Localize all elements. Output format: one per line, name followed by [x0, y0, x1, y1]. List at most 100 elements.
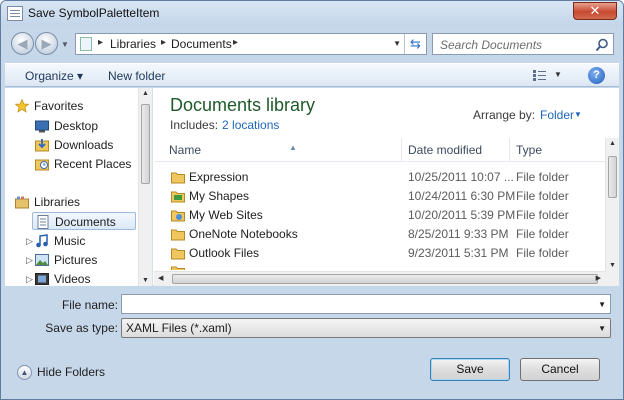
includes-label: Includes: [170, 118, 219, 132]
documents-icon [37, 215, 49, 229]
file-name: Outlook Files [189, 246, 260, 260]
search-box[interactable]: Search Documents [432, 33, 614, 55]
save-as-type-dropdown-icon[interactable]: ▼ [598, 324, 606, 333]
change-view-icon[interactable] [533, 70, 546, 81]
column-header-row: ▲ Name Date modified Type [154, 138, 605, 162]
scrollbar-thumb[interactable] [608, 156, 617, 198]
title-bar: Save SymbolPaletteItem ✕ [1, 1, 623, 26]
scroll-down-icon[interactable]: ▼ [142, 277, 149, 284]
file-name: Expression [189, 170, 249, 184]
file-date: 10/24/2011 6:30 PM [408, 189, 516, 203]
arrange-by-label: Arrange by: [473, 108, 536, 122]
forward-button[interactable]: ▶ [35, 32, 58, 55]
partial-row-folder-icon [171, 264, 185, 270]
search-input[interactable]: Search Documents [440, 38, 542, 52]
file-row[interactable]: My Shapes 10/24/2011 6:30 PM File folder [163, 187, 603, 206]
collapse-up-icon: ▲ [17, 365, 32, 380]
column-label: Name [169, 143, 202, 157]
folder-icon [171, 229, 185, 241]
folder-icon [171, 172, 185, 184]
sidebar-item-downloads[interactable]: Downloads [35, 136, 135, 154]
shapes-folder-icon [171, 191, 185, 203]
address-dropdown-icon[interactable]: ▼ [393, 39, 401, 48]
cancel-button[interactable]: Cancel [520, 358, 600, 381]
file-type: File folder [516, 208, 569, 222]
sidebar-item-videos[interactable]: Videos [35, 270, 135, 286]
sidebar-item-label: Documents [55, 215, 116, 229]
file-date: 10/20/2011 5:39 PM [408, 208, 516, 222]
breadcrumb-separator-icon[interactable]: ▸ [98, 37, 103, 48]
sidebar-item-music[interactable]: Music [35, 232, 135, 250]
scrollbar-thumb[interactable] [172, 274, 598, 284]
file-row[interactable]: My Web Sites 10/20/2011 5:39 PM File fol… [163, 206, 603, 225]
scrollbar-corner [605, 271, 619, 286]
organize-menu[interactable]: Organize ▾ [25, 69, 83, 83]
sidebar-item-desktop[interactable]: Desktop [35, 117, 135, 135]
sidebar-item-favorites[interactable]: Favorites [15, 97, 135, 115]
navigation-scrollbar[interactable]: ▲ ▼ [138, 88, 152, 286]
scroll-down-icon[interactable]: ▼ [609, 262, 616, 269]
sidebar-item-label: Favorites [34, 99, 84, 113]
recent-locations-dropdown-icon[interactable]: ▼ [61, 40, 69, 49]
view-options-dropdown-icon[interactable]: ▼ [554, 70, 562, 79]
breadcrumb-separator-icon[interactable]: ▸ [161, 37, 166, 48]
file-row[interactable]: Expression 10/25/2011 10:07 ... File fol… [163, 168, 603, 187]
help-button[interactable]: ? [588, 67, 605, 84]
file-name-field[interactable] [122, 295, 582, 313]
file-type: File folder [516, 189, 569, 203]
file-list-horizontal-scrollbar[interactable]: ◀ ▶ [154, 271, 605, 286]
sidebar-item-label: Desktop [54, 119, 99, 133]
recent-places-icon [35, 159, 49, 171]
column-header-date-modified[interactable]: Date modified [402, 138, 510, 162]
command-bar: Organize ▾ New folder ▼ ? [5, 63, 619, 87]
folder-icon [171, 248, 185, 260]
back-button[interactable]: ◀ [11, 32, 34, 55]
sidebar-item-documents[interactable]: Documents [32, 212, 136, 230]
browser-area: Favorites Desktop Downloads Recent Place… [5, 88, 619, 286]
sidebar-item-recent-places[interactable]: Recent Places [35, 155, 135, 173]
scroll-up-icon[interactable]: ▲ [142, 90, 149, 97]
hide-folders-label: Hide Folders [37, 365, 106, 379]
refresh-button[interactable]: ⇆ [404, 34, 426, 54]
arrange-by-dropdown[interactable]: Folder [540, 108, 574, 122]
sidebar-item-libraries[interactable]: Libraries [15, 193, 135, 211]
column-header-name[interactable]: ▲ Name [163, 138, 402, 162]
scroll-up-icon[interactable]: ▲ [609, 140, 616, 147]
expand-arrow-icon[interactable]: ▷ [26, 236, 33, 247]
file-name-dropdown-icon[interactable]: ▼ [598, 300, 606, 309]
locations-link[interactable]: 2 locations [222, 118, 279, 132]
file-name: OneNote Notebooks [189, 227, 298, 241]
file-row[interactable]: Outlook Files 9/23/2011 5:31 PM File fol… [163, 244, 603, 263]
breadcrumb-separator-icon[interactable]: ▸ [233, 37, 238, 48]
file-type: File folder [516, 246, 569, 260]
save-as-type-select[interactable]: XAML Files (*.xaml) ▼ [121, 318, 611, 338]
videos-icon [35, 273, 49, 285]
file-date: 8/25/2011 9:33 PM [408, 227, 509, 241]
arrange-dropdown-icon[interactable]: ▼ [574, 110, 582, 119]
expand-arrow-icon[interactable]: ▷ [26, 255, 33, 266]
star-icon [15, 99, 29, 113]
scroll-right-icon[interactable]: ▶ [596, 274, 601, 282]
expand-arrow-icon[interactable]: ▷ [26, 274, 33, 285]
file-date: 9/23/2011 5:31 PM [408, 246, 509, 260]
file-type: File folder [516, 227, 569, 241]
downloads-icon [35, 139, 49, 152]
new-folder-button[interactable]: New folder [108, 69, 165, 83]
save-as-type-label: Save as type: [45, 321, 118, 335]
forward-arrow-icon: ▶ [41, 36, 52, 51]
search-icon[interactable] [595, 38, 609, 52]
breadcrumb-documents[interactable]: Documents [171, 37, 232, 51]
breadcrumb-libraries[interactable]: Libraries [110, 37, 156, 51]
file-name-combobox[interactable]: ▼ [121, 294, 611, 314]
file-row[interactable]: OneNote Notebooks 8/25/2011 9:33 PM File… [163, 225, 603, 244]
file-list-vertical-scrollbar[interactable]: ▲ ▼ [605, 138, 619, 271]
scroll-left-icon[interactable]: ◀ [158, 274, 163, 282]
column-header-type[interactable]: Type [510, 138, 605, 162]
address-bar[interactable]: ▸ Libraries ▸ Documents ▸ ▼ ⇆ [75, 33, 427, 55]
scrollbar-thumb[interactable] [141, 104, 150, 184]
save-button[interactable]: Save [430, 358, 510, 381]
sidebar-item-label: Downloads [54, 138, 114, 152]
refresh-icon: ⇆ [410, 36, 421, 51]
close-button[interactable]: ✕ [573, 2, 617, 20]
sidebar-item-pictures[interactable]: Pictures [35, 251, 135, 269]
